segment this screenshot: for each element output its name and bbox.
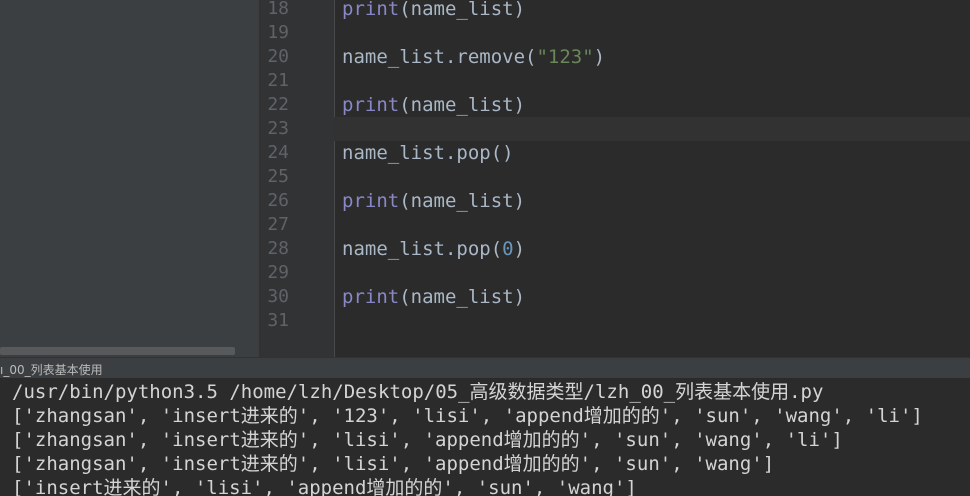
keyword-print: print: [342, 286, 400, 308]
line-number-gutter: 18 19 20 21 22 23 24 25 26 27 28 29 30 3…: [261, 0, 334, 357]
keyword-print: print: [342, 94, 400, 116]
code-text: (name_list): [399, 0, 526, 20]
line-number: 31: [267, 310, 289, 331]
number-literal: 0: [502, 238, 514, 260]
line-number: 29: [267, 262, 289, 283]
line-number: 26: [267, 190, 289, 211]
gutter-separator: [334, 0, 335, 357]
line-number: 23: [267, 118, 289, 139]
line-number: 24: [267, 142, 289, 163]
console-line: ['zhangsan', 'insert进来的', 'lisi', 'appen…: [12, 453, 775, 475]
string-literal: "123": [536, 46, 594, 68]
code-text: ): [513, 238, 526, 260]
ide-window: 18 19 20 21 22 23 24 25 26 27 28 29 30 3…: [0, 0, 970, 496]
code-text: ): [593, 46, 606, 68]
code-text: (name_list): [399, 286, 526, 308]
line-number: 27: [267, 214, 289, 235]
keyword-print: print: [342, 190, 400, 212]
horizontal-scrollbar[interactable]: [0, 347, 235, 355]
code-line-30[interactable]: print(name_list): [342, 285, 525, 309]
console-line: /usr/bin/python3.5 /home/lzh/Desktop/05_…: [12, 381, 824, 403]
console-line: ['zhangsan', 'insert进来的', 'lisi', 'appen…: [12, 429, 843, 451]
code-line-22[interactable]: print(name_list): [342, 93, 525, 117]
line-number: 20: [267, 46, 289, 67]
code-text: name_list.pop(: [342, 238, 503, 260]
code-text: (name_list): [399, 190, 526, 212]
code-line-24[interactable]: name_list.pop(): [342, 141, 514, 165]
run-panel-header: ı_00_列表基本使用: [0, 357, 970, 379]
line-number: 30: [267, 286, 289, 307]
line-number: 19: [267, 22, 289, 43]
line-number: 18: [267, 0, 289, 19]
console-line: ['zhangsan', 'insert进来的', '123', 'lisi',…: [12, 405, 923, 427]
code-editor[interactable]: 18 19 20 21 22 23 24 25 26 27 28 29 30 3…: [261, 0, 970, 357]
run-console[interactable]: /usr/bin/python3.5 /home/lzh/Desktop/05_…: [0, 379, 970, 496]
line-number: 25: [267, 166, 289, 187]
run-tab[interactable]: ı_00_列表基本使用: [0, 361, 103, 378]
line-number: 28: [267, 238, 289, 259]
console-line: ['insert进来的', 'lisi', 'append增加的的', 'sun…: [12, 477, 637, 496]
code-line-20[interactable]: name_list.remove("123"): [342, 45, 605, 69]
code-line-18[interactable]: print(name_list): [342, 0, 525, 21]
code-text: (name_list): [399, 94, 526, 116]
code-line-26[interactable]: print(name_list): [342, 189, 525, 213]
keyword-print: print: [342, 0, 400, 20]
code-text: name_list.pop(): [342, 142, 514, 164]
line-number: 21: [267, 70, 289, 91]
code-text: name_list.remove(: [342, 46, 537, 68]
current-line-highlight: [334, 117, 970, 141]
code-line-28[interactable]: name_list.pop(0): [342, 237, 525, 261]
project-panel: [0, 0, 259, 357]
line-number: 22: [267, 94, 289, 115]
